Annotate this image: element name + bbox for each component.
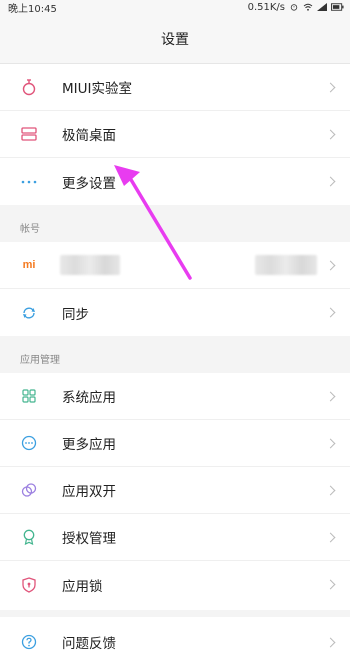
section-header-account: 帐号: [0, 212, 350, 242]
chevron-right-icon: [325, 637, 336, 647]
wifi-icon: [303, 3, 313, 11]
settings-group-feedback: 问题反馈: [0, 617, 350, 667]
help-icon: [20, 633, 38, 651]
chevron-right-icon: [325, 532, 336, 542]
chevron-right-icon: [325, 438, 336, 448]
sync-icon: [20, 304, 38, 322]
row-sync[interactable]: 同步: [0, 289, 350, 336]
chevron-right-icon: [325, 391, 336, 401]
settings-group-account: mi 同步: [0, 242, 350, 336]
status-bar: 晚上10:45 0.51K/s: [0, 0, 350, 15]
status-time: 晚上10:45: [8, 3, 57, 15]
row-feedback[interactable]: 问题反馈: [0, 617, 350, 667]
flask-icon: [20, 78, 38, 96]
shield-lock-icon: [20, 576, 38, 594]
dual-circle-icon: [20, 481, 38, 499]
row-label: 应用双开: [62, 484, 116, 500]
chevron-right-icon: [325, 307, 336, 318]
settings-group-app-management: 系统应用 更多应用 应用双开 授权管理 应用锁: [0, 373, 350, 610]
row-app-lock[interactable]: 应用锁: [0, 561, 350, 608]
mi-logo-icon: mi: [22, 259, 36, 271]
simple-desktop-icon: [20, 125, 38, 143]
row-label: MIUI实验室: [62, 81, 132, 97]
settings-group-general: MIUI实验室 极简桌面 更多设置: [0, 64, 350, 205]
chevron-right-icon: [325, 579, 336, 590]
more-circle-icon: [20, 434, 38, 452]
row-label: 应用锁: [62, 578, 103, 595]
row-label: 同步: [62, 306, 89, 323]
row-label: 更多设置: [62, 175, 116, 192]
row-more-apps[interactable]: 更多应用: [0, 420, 350, 467]
row-permissions[interactable]: 授权管理: [0, 514, 350, 561]
row-dual-apps[interactable]: 应用双开: [0, 467, 350, 514]
page-title: 设置: [161, 31, 189, 48]
status-indicators: 0.51K/s: [248, 2, 344, 13]
row-system-apps[interactable]: 系统应用: [0, 373, 350, 420]
title-bar: 设置: [0, 14, 350, 64]
row-label: 系统应用: [62, 390, 116, 406]
chevron-right-icon: [325, 485, 336, 495]
alarm-icon: [290, 4, 298, 11]
badge-icon: [20, 528, 38, 546]
blurred-account-name: [60, 255, 120, 275]
network-speed: 0.51K/s: [247, 1, 285, 13]
row-simple-desktop[interactable]: 极简桌面: [0, 111, 350, 158]
row-label: 问题反馈: [62, 636, 116, 652]
blurred-account-id: [255, 255, 317, 275]
row-label: 授权管理: [62, 531, 116, 547]
row-mi-account[interactable]: mi: [0, 242, 350, 289]
chevron-right-icon: [325, 176, 336, 187]
row-label: 更多应用: [62, 437, 116, 453]
row-miui-lab[interactable]: MIUI实验室: [0, 64, 350, 111]
chevron-right-icon: [325, 129, 336, 139]
row-more-settings[interactable]: 更多设置: [0, 158, 350, 205]
chevron-right-icon: [325, 260, 336, 270]
battery-icon: [331, 3, 344, 11]
signal-icon: [317, 3, 327, 11]
grid-icon: [20, 387, 38, 405]
row-label: 极简桌面: [62, 128, 116, 144]
more-dots-icon: [20, 173, 38, 191]
section-header-app-management: 应用管理: [0, 343, 350, 373]
chevron-right-icon: [325, 82, 336, 92]
